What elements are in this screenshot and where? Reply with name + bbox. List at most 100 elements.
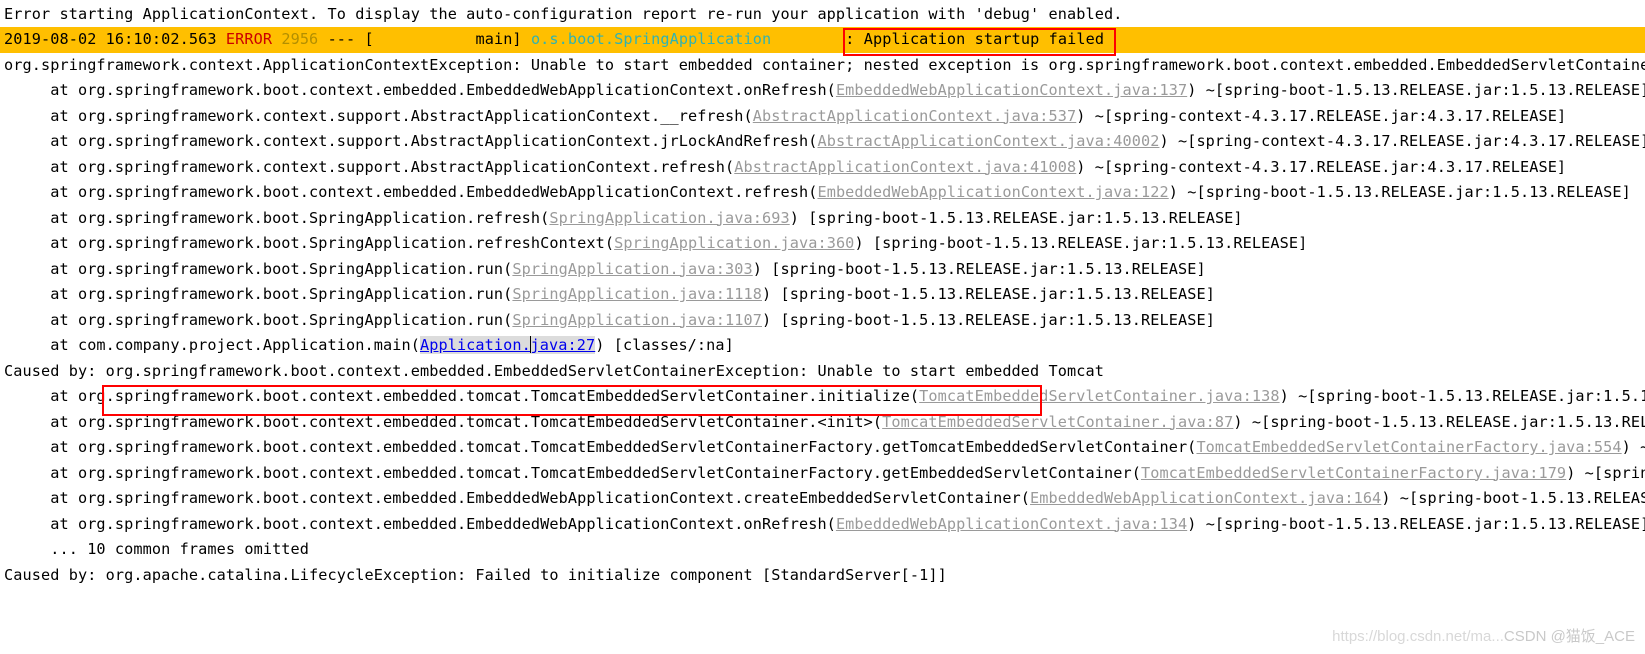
stack-line-omitted-frames: ... 10 common frames omitted: [0, 537, 1645, 563]
stack-line-exception-root: org.springframework.context.ApplicationC…: [0, 53, 1645, 79]
log-level: ERROR: [225, 30, 273, 48]
log-entry-error: 2019-08-02 16:10:02.563 ERROR 2956 --- […: [0, 27, 1645, 53]
source-link[interactable]: TomcatEmbeddedServletContainer.java:87: [882, 413, 1233, 431]
error-header-message: Error starting ApplicationContext. To di…: [4, 5, 1123, 23]
watermark: https://blog.csdn.net/ma...CSDN @猫饭_ACE: [1332, 625, 1635, 646]
log-separator: --- [: [327, 30, 374, 48]
stack-line-caused-by-2: Caused by: org.apache.catalina.Lifecycle…: [0, 563, 1645, 589]
stack-line-frame-1: at org.springframework.boot.context.embe…: [0, 78, 1645, 104]
line-suffix: ) ~[spring-boo: [1566, 463, 1645, 482]
log-thread: main]: [373, 30, 522, 48]
line-suffix: ) ~[spring-context-4.3.17.RELEASE.jar:4.…: [1076, 157, 1567, 176]
line-text: at org.springframework.boot.context.embe…: [50, 183, 818, 201]
stack-line-frame-8: at org.springframework.boot.SpringApplic…: [0, 257, 1645, 283]
source-link[interactable]: EmbeddedWebApplicationContext.java:164: [1030, 489, 1381, 507]
source-link[interactable]: TomcatEmbeddedServletContainer.java:138: [919, 387, 1280, 405]
line-text: Caused by: org.apache.catalina.Lifecycle…: [4, 565, 947, 584]
watermark-author: CSDN @猫饭_ACE: [1503, 628, 1635, 645]
line-suffix: ) [spring-boot-1.5.13.RELEASE.jar:1.5.13…: [762, 285, 1215, 303]
log-message: : Application startup failed: [845, 30, 1105, 48]
line-text: at org.springframework.boot.context.embe…: [50, 412, 883, 431]
line-text: at org.springframework.boot.context.embe…: [50, 387, 920, 405]
stack-line-frame-9: at org.springframework.boot.SpringApplic…: [0, 282, 1645, 308]
stack-line-frame-3: at org.springframework.context.support.A…: [0, 129, 1645, 155]
line-text: Caused by: org.springframework.boot.cont…: [4, 361, 1104, 380]
log-space-2: [272, 30, 281, 48]
line-text: at org.springframework.boot.SpringApplic…: [50, 234, 615, 252]
log-timestamp: 2019-08-02 16:10:02.563: [4, 30, 217, 48]
source-link[interactable]: AbstractApplicationContext.java:537: [753, 107, 1077, 125]
line-suffix: ) [spring-boot-1.5.13.RELEASE.jar:1.5.13…: [854, 234, 1308, 252]
source-link-selected[interactable]: Application.java:27: [419, 336, 596, 354]
line-text: at com.company.project.Application.main(: [50, 336, 420, 354]
line-suffix: ) ~[spring-boot-1.5.13.RELEASE.jar:1.5.1…: [1168, 183, 1631, 201]
line-suffix: ) ~[spring-boot-1.5.13.RELEASE.jar:1.5.1…: [1187, 514, 1645, 533]
line-text: at org.springframework.boot.context.embe…: [50, 463, 1141, 482]
stack-line-frame-4: at org.springframework.context.support.A…: [0, 155, 1645, 181]
log-logger: o.s.boot.SpringApplication: [530, 30, 772, 48]
line-text: at org.springframework.boot.SpringApplic…: [50, 208, 550, 227]
line-text: at org.springframework.boot.context.embe…: [50, 489, 1031, 507]
source-link-part-1[interactable]: Application.: [420, 336, 531, 354]
source-link[interactable]: EmbeddedWebApplicationContext.java:134: [836, 515, 1187, 533]
line-text: org.springframework.context.ApplicationC…: [4, 55, 1645, 74]
stack-line-frame-10: at org.springframework.boot.SpringApplic…: [0, 308, 1645, 334]
log-space-3: [318, 30, 327, 48]
line-suffix: ) [spring-boot-1.5.13.RELEASE.jar:1.5.13…: [762, 310, 1215, 329]
log-space-1: [217, 30, 226, 48]
line-suffix: ) ~[spring-context-4.3.17.RELEASE.jar:4.…: [1076, 106, 1567, 125]
stack-trace-lines: org.springframework.context.ApplicationC…: [0, 53, 1645, 589]
line-suffix: ) [spring-boot-1.5.13.RELEASE.jar:1.5.13…: [752, 259, 1206, 278]
line-suffix: ) ~[spring-context-4.3.17.RELEASE.jar:4.…: [1159, 132, 1645, 150]
stack-line-frame-11-application-main: at com.company.project.Application.main(…: [0, 333, 1645, 359]
watermark-url: https://blog.csdn.net/ma...: [1332, 628, 1504, 645]
stack-line-frame-15: at org.springframework.boot.context.embe…: [0, 461, 1645, 487]
line-text: ... 10 common frames omitted: [50, 540, 310, 558]
source-link[interactable]: EmbeddedWebApplicationContext.java:122: [817, 183, 1168, 201]
line-suffix: ) ~[spring-boot-1.5.13.RELEASE.jar:1.5.1…: [1233, 412, 1645, 431]
log-space-4: [522, 30, 531, 48]
source-link[interactable]: SpringApplication.java:1118: [512, 285, 762, 303]
source-link[interactable]: SpringApplication.java:360: [614, 234, 854, 252]
console-output-panel[interactable]: Error starting ApplicationContext. To di…: [0, 0, 1645, 654]
line-text: at org.springframework.boot.SpringApplic…: [50, 310, 513, 329]
line-text: at org.springframework.context.support.A…: [50, 157, 735, 176]
source-link[interactable]: AbstractApplicationContext.java:41008: [734, 158, 1076, 176]
stack-line-frame-16: at org.springframework.boot.context.embe…: [0, 486, 1645, 512]
line-text: at org.springframework.boot.context.embe…: [50, 438, 1197, 456]
source-link[interactable]: SpringApplication.java:1107: [512, 311, 762, 329]
source-link[interactable]: SpringApplication.java:303: [512, 260, 752, 278]
line-suffix: ) ~[spri: [1621, 438, 1645, 456]
log-pid: 2956: [281, 30, 319, 48]
stack-line-caused-by-1: Caused by: org.springframework.boot.cont…: [0, 359, 1645, 385]
line-suffix: ) ~[spring-boot-1.5.13.RELEASE.jar:1.5.1…: [1187, 81, 1645, 99]
source-link[interactable]: TomcatEmbeddedServletContainerFactory.ja…: [1196, 438, 1621, 456]
line-suffix: ) [spring-boot-1.5.13.RELEASE.jar:1.5.13…: [789, 208, 1243, 227]
stack-line-frame-2: at org.springframework.context.support.A…: [0, 104, 1645, 130]
line-suffix: ) [classes/:na]: [595, 336, 734, 354]
source-link[interactable]: TomcatEmbeddedServletContainerFactory.ja…: [1141, 464, 1566, 482]
source-link-part-2[interactable]: java:27: [531, 336, 596, 354]
source-link[interactable]: AbstractApplicationContext.java:40002: [817, 132, 1159, 150]
log-gap: [771, 30, 845, 48]
line-text: at org.springframework.boot.SpringApplic…: [50, 285, 513, 303]
source-link[interactable]: EmbeddedWebApplicationContext.java:137: [836, 81, 1187, 99]
stack-line-frame-13: at org.springframework.boot.context.embe…: [0, 410, 1645, 436]
source-link[interactable]: SpringApplication.java:693: [549, 209, 789, 227]
stack-line-frame-6: at org.springframework.boot.SpringApplic…: [0, 206, 1645, 232]
